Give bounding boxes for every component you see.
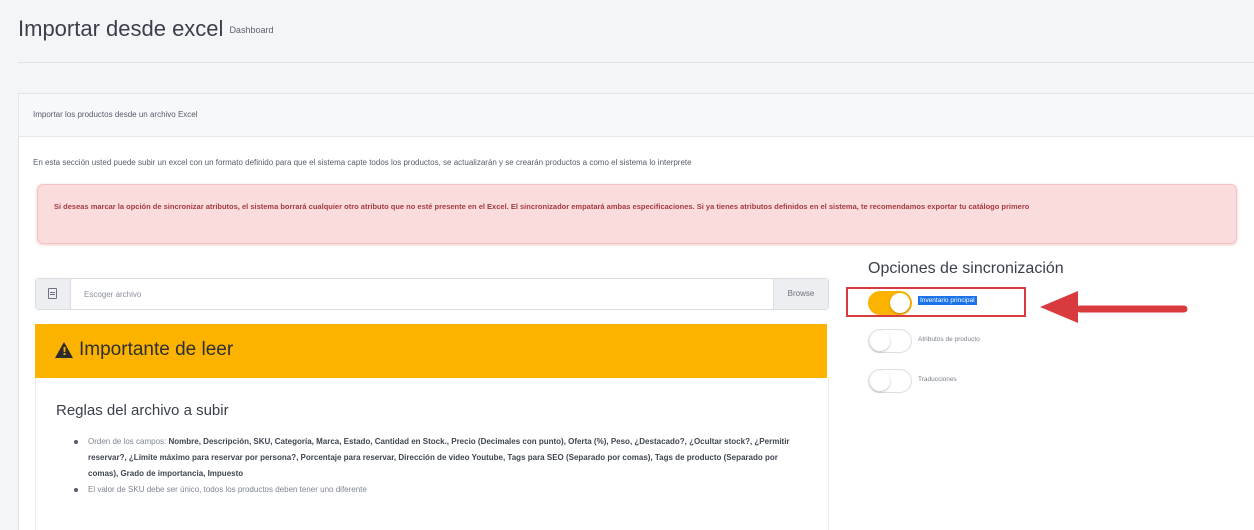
important-title: Importante de leer <box>79 339 234 360</box>
attributes-label: Atributos de producto <box>918 336 980 343</box>
header-divider <box>18 62 1254 63</box>
warning-icon <box>55 342 73 358</box>
rules-panel: Reglas del archivo a subir Orden de los … <box>35 378 829 530</box>
rule-text: Nombre, Descripción, SKU, Categoría, Mar… <box>88 437 790 478</box>
file-icon-addon <box>36 279 71 309</box>
translations-toggle[interactable] <box>868 369 912 393</box>
toggle-knob <box>870 331 890 351</box>
card-header: Importar los productos desde un archivo … <box>19 94 1254 137</box>
page-header: Importar desde excel Dashboard <box>0 0 1254 70</box>
toggle-knob <box>870 371 890 391</box>
file-icon <box>48 288 57 299</box>
page-title-text: Importar desde excel <box>18 16 224 41</box>
alert-warning: Si deseas marcar la opción de sincroniza… <box>37 184 1237 244</box>
file-upload-group: Browse <box>35 278 829 310</box>
alert-text: Si deseas marcar la opción de sincroniza… <box>54 202 1030 211</box>
list-item: El valor de SKU debe ser único, todos lo… <box>74 482 808 498</box>
rules-title: Reglas del archivo a subir <box>56 402 229 419</box>
page-title: Importar desde excel Dashboard <box>18 16 273 42</box>
important-panel-header: Importante de leer <box>35 324 827 378</box>
sync-option-translations: Traducciones <box>868 369 1068 395</box>
sync-option-attributes: Atributos de producto <box>868 329 1068 355</box>
list-item: Orden de los campos: Nombre, Descripción… <box>74 434 808 482</box>
highlight-box <box>846 287 1026 317</box>
attributes-toggle[interactable] <box>868 329 912 353</box>
card-header-title: Importar los productos desde un archivo … <box>33 110 198 119</box>
breadcrumb[interactable]: Dashboard <box>229 25 273 35</box>
file-input[interactable] <box>70 279 774 309</box>
rules-list: Orden de los campos: Nombre, Descripción… <box>74 434 808 498</box>
intro-text: En esta sección usted puede subir un exc… <box>33 158 692 167</box>
rule-text: El valor de SKU debe ser único, todos lo… <box>88 485 367 494</box>
red-arrow-icon <box>1040 291 1188 323</box>
sync-options-title: Opciones de sincronización <box>868 260 1064 277</box>
browse-button[interactable]: Browse <box>773 279 828 309</box>
rule-label: Orden de los campos: <box>88 437 167 446</box>
translations-label: Traducciones <box>918 376 957 383</box>
